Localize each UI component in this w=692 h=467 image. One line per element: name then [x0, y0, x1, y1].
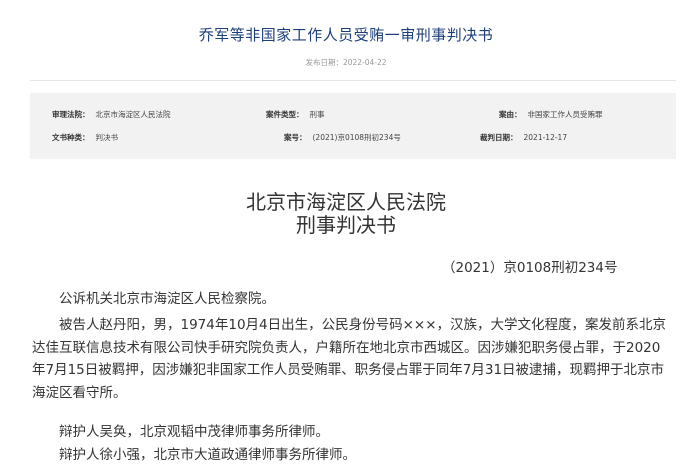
- case-type-field: 案件类型： 刑事: [266, 109, 325, 120]
- page-title: 乔军等非国家工作人员受贿一审刑事判决书: [198, 26, 494, 44]
- doc-type-value: 判决书: [95, 133, 119, 142]
- case-no-label: 案号：: [284, 133, 307, 142]
- court-field: 审理法院： 北京市海淀区人民法院: [52, 109, 171, 120]
- cause-value: 非国家工作人员受贿罪: [527, 110, 603, 119]
- judge-date-field: 裁判日期： 2021-12-17: [480, 132, 567, 143]
- court-label: 审理法院：: [52, 110, 90, 119]
- cause-field: 案由： 非国家工作人员受贿罪: [499, 109, 603, 120]
- publish-date: 发布日期：2022-04-22: [305, 58, 387, 67]
- paragraph-prosecutor: 公诉机关北京市海淀区人民检察院。: [59, 291, 275, 307]
- paragraph-defender-1: 辩护人吴奂，北京观韬中茂律师事务所律师。: [59, 424, 329, 440]
- case-type-value: 刑事: [309, 110, 325, 119]
- case-number: （2021）京0108刑初234号: [442, 260, 618, 276]
- case-info-panel: 审理法院： 北京市海淀区人民法院 案件类型： 刑事 案由： 非国家工作人员受贿罪 文书…: [30, 93, 676, 159]
- document-type-heading: 刑事判决书: [296, 213, 396, 237]
- case-no-value: (2021)京0108刑初234号: [312, 133, 401, 142]
- paragraph-defendant: 被告人赵丹阳，男，1974年10月4日出生，公民身份号码×××，汉族，大学文化程…: [32, 317, 667, 401]
- doc-type-field: 文书种类： 判决书: [52, 132, 118, 143]
- judge-date-label: 裁判日期：: [480, 133, 518, 142]
- judge-date-value: 2021-12-17: [523, 133, 568, 142]
- header-divider: [30, 80, 676, 81]
- paragraph-defender-2: 辩护人徐小强，北京市大道政通律师事务所律师。: [59, 447, 356, 463]
- case-no-field: 案号： (2021)京0108刑初234号: [284, 132, 401, 143]
- cause-label: 案由：: [499, 110, 522, 119]
- court-value: 北京市海淀区人民法院: [95, 110, 171, 119]
- case-type-label: 案件类型：: [266, 110, 304, 119]
- doc-type-label: 文书种类：: [52, 133, 90, 142]
